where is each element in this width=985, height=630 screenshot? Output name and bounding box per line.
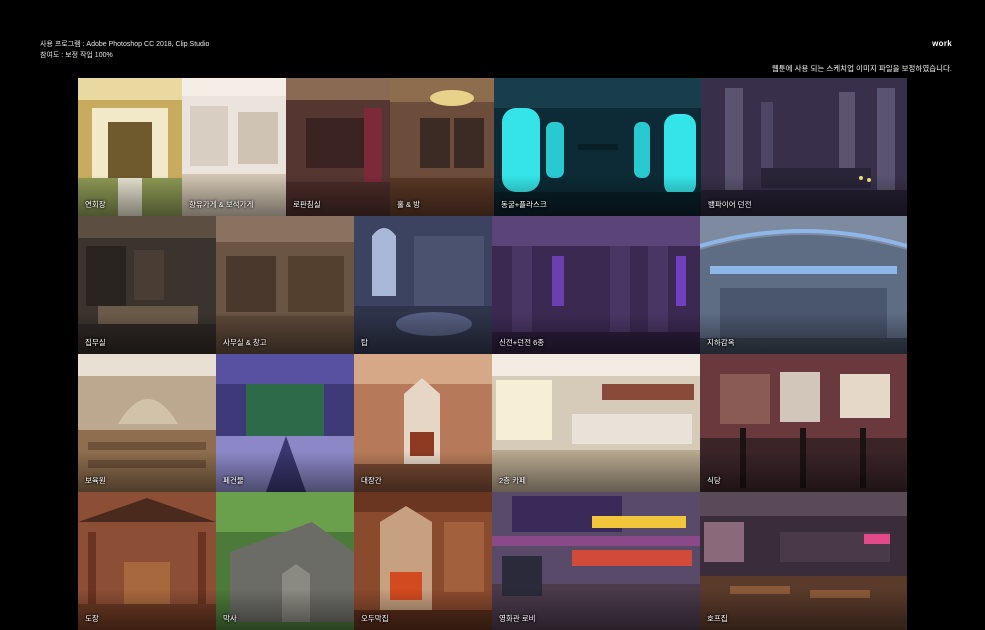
tile-label: 대장간 xyxy=(361,476,382,485)
tile-barracks[interactable]: 막사 xyxy=(216,492,354,630)
tile-label: 신전+던전 6종 xyxy=(499,338,545,347)
participation-info: 참여도 : 보정 작업 100% xyxy=(40,52,113,59)
tile-label: 오두막집 xyxy=(361,614,389,623)
tile-label: 로판침실 xyxy=(293,200,321,209)
tile-cinema-lobby[interactable]: 영화관 로비 xyxy=(492,492,700,630)
tile-label: 막사 xyxy=(223,614,237,623)
tile-tower[interactable]: 탑 xyxy=(354,216,492,354)
tile-label: 집무실 xyxy=(85,338,106,347)
tile-label: 호프집 xyxy=(707,614,728,623)
tile-perfume-jewelry-shop[interactable]: 향유가게 & 보석가게 xyxy=(182,78,286,216)
tile-office-warehouse[interactable]: 사무실 & 창고 xyxy=(216,216,354,354)
tile-banquet-hall[interactable]: 연회장 xyxy=(78,78,182,216)
tile-label: 탑 xyxy=(361,338,368,347)
work-label: work xyxy=(932,39,952,48)
tile-abandoned-building[interactable]: 폐건물 xyxy=(216,354,354,492)
tile-label: 도장 xyxy=(85,614,99,623)
image-grid: 연회장 향유가게 & 보석가게 로판침실 홀 & 방 동굴+플라스크 뱀파이어 … xyxy=(78,78,907,630)
tile-office-study[interactable]: 집무실 xyxy=(78,216,216,354)
tile-pub[interactable]: 호프집 xyxy=(700,492,907,630)
tile-label: 홀 & 방 xyxy=(397,200,420,209)
tile-label: 보육원 xyxy=(85,476,106,485)
tile-cabin[interactable]: 오두막집 xyxy=(354,492,492,630)
tile-underground-prison[interactable]: 지하감옥 xyxy=(700,216,907,354)
tile-cave-flask[interactable]: 동굴+플라스크 xyxy=(494,78,701,216)
tile-label: 식당 xyxy=(707,476,721,485)
tile-orphanage[interactable]: 보육원 xyxy=(78,354,216,492)
info-block: 사용 프로그램 : Adobe Photoshop CC 2018, Clip … xyxy=(40,39,209,61)
tile-forge[interactable]: 대장간 xyxy=(354,354,492,492)
tile-label: 지하감옥 xyxy=(707,338,735,347)
tile-hall-room[interactable]: 홀 & 방 xyxy=(390,78,494,216)
tile-label: 2층 카페 xyxy=(499,476,526,485)
tile-label: 연회장 xyxy=(85,200,106,209)
program-info: 사용 프로그램 : Adobe Photoshop CC 2018, Clip … xyxy=(40,41,210,48)
tile-label: 사무실 & 창고 xyxy=(223,338,267,347)
tile-label: 영화관 로비 xyxy=(499,614,536,623)
description-text: 웹툰에 사용 되는 스케치업 이미지 파일을 보정하였습니다. xyxy=(771,64,952,73)
tile-label: 동굴+플라스크 xyxy=(501,200,547,209)
tile-label: 폐건물 xyxy=(223,476,244,485)
tile-2f-cafe[interactable]: 2층 카페 xyxy=(492,354,700,492)
tile-vampire-dungeon[interactable]: 뱀파이어 던전 xyxy=(701,78,907,216)
tile-romance-bedroom[interactable]: 로판침실 xyxy=(286,78,390,216)
tile-temple-dungeon[interactable]: 신전+던전 6종 xyxy=(492,216,700,354)
tile-restaurant[interactable]: 식당 xyxy=(700,354,907,492)
tile-label: 향유가게 & 보석가게 xyxy=(189,200,254,209)
tile-dojo[interactable]: 도장 xyxy=(78,492,216,630)
tile-label: 뱀파이어 던전 xyxy=(708,200,752,209)
